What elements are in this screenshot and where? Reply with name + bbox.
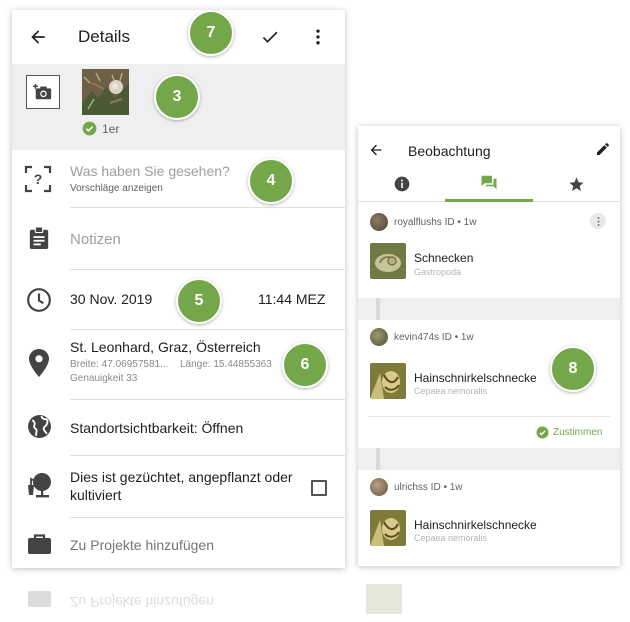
longitude-label: Länge: 15.44855363	[180, 359, 272, 370]
avatar[interactable]	[370, 213, 388, 231]
visibility-label: Standortsichtbarkeit: Öffnen	[70, 420, 244, 436]
suggestions-link[interactable]: Vorschläge anzeigen	[70, 183, 163, 194]
projects-row[interactable]: Zu Projekte hinzufügen	[12, 518, 345, 568]
taxon-field[interactable]: ? Was haben Sie gesehen? Vorschläge anze…	[12, 150, 345, 208]
more-vert-icon[interactable]	[308, 27, 328, 47]
observation-screen: Beobachtung royalflushs ID • 1w Schnecke…	[358, 126, 620, 566]
agree-button[interactable]: Zustimmen	[536, 426, 602, 439]
accuracy-label: Genauigkeit 33	[70, 373, 138, 384]
notes-field[interactable]: Notizen	[12, 208, 345, 270]
photo-count-label: 1er	[102, 122, 120, 136]
tab-favorites[interactable]	[533, 166, 620, 202]
add-photo-button[interactable]	[26, 75, 60, 109]
taxon-latin-name: Cepaea nemoralis	[414, 386, 488, 396]
location-name: St. Leonhard, Graz, Österreich	[70, 339, 261, 355]
tab-bar	[358, 166, 620, 202]
globe-icon	[28, 415, 51, 438]
callout-badge-7: 7	[188, 10, 234, 56]
details-app-bar: Details 7	[12, 10, 345, 64]
callout-badge-3: 3	[154, 74, 200, 120]
avatar[interactable]	[370, 478, 388, 496]
check-icon[interactable]	[260, 27, 280, 47]
observation-title: Beobachtung	[408, 143, 491, 159]
more-options-button[interactable]	[590, 213, 606, 229]
identification-card: kevin474s ID • 1w Hainschnirkelschnecke …	[358, 320, 620, 448]
captive-row[interactable]: Dies ist gezüchtet, angepflanzt oder kul…	[12, 456, 345, 518]
visibility-row[interactable]: Standortsichtbarkeit: Öffnen	[12, 400, 345, 456]
photo-strip: 1er 3	[12, 64, 345, 150]
divider	[368, 416, 610, 417]
more-vert-icon	[597, 216, 599, 226]
taxon-latin-name: Gastropoda	[414, 267, 462, 277]
callout-badge-5: 5	[176, 278, 222, 324]
page-title: Details	[78, 27, 130, 46]
back-arrow-icon[interactable]	[28, 27, 48, 47]
location-pin-icon	[29, 349, 49, 377]
time-value[interactable]: 11:44 MEZ	[258, 291, 325, 307]
reflection-thumb	[366, 584, 402, 614]
briefcase-icon	[28, 534, 51, 554]
callout-badge-4: 4	[248, 158, 294, 204]
observation-photo[interactable]	[82, 69, 129, 115]
taxon-latin-name: Cepaea nemoralis	[414, 533, 488, 543]
identifier-meta: ulrichss ID • 1w	[394, 482, 463, 493]
section-separator	[358, 448, 620, 470]
details-screen: Details 7 1er 3 ? Was haben Sie gesehen?…	[12, 10, 345, 568]
edit-pencil-icon[interactable]	[595, 141, 611, 157]
callout-badge-6: 6	[282, 342, 328, 388]
agree-label: Zustimmen	[553, 427, 603, 438]
mirror-reflection: Zu Projekte hinzufügen	[12, 580, 622, 622]
add-camera-icon	[33, 83, 52, 100]
latitude-label: Breite: 47.06957581...	[70, 359, 169, 370]
captive-checkbox[interactable]	[311, 480, 327, 496]
captive-label: Dies ist gezüchtet, angepflanzt oder kul…	[70, 469, 293, 503]
location-row[interactable]: St. Leonhard, Graz, Österreich Breite: 4…	[12, 330, 345, 400]
reflection-left: Zu Projekte hinzufügen	[12, 580, 345, 622]
identification-card: royalflushs ID • 1w Schnecken Gastropoda	[358, 204, 620, 298]
what-seen-input[interactable]: Was haben Sie gesehen?	[70, 163, 230, 179]
callout-badge-8: 8	[550, 346, 596, 392]
notes-input[interactable]: Notizen	[70, 231, 121, 248]
clipboard-icon	[29, 226, 49, 249]
date-value[interactable]: 30 Nov. 2019	[70, 291, 152, 307]
check-circle-icon	[536, 426, 549, 439]
avatar[interactable]	[370, 328, 388, 346]
date-time-row[interactable]: 30 Nov. 2019 5 11:44 MEZ	[12, 270, 345, 330]
info-icon	[394, 176, 409, 192]
species-scan-icon: ?	[24, 165, 52, 193]
taxon-photo[interactable]	[370, 243, 406, 279]
back-arrow-icon[interactable]	[368, 142, 384, 158]
star-icon	[569, 176, 584, 191]
taxon-photo[interactable]	[370, 510, 406, 546]
svg-text:?: ?	[34, 171, 43, 187]
tab-info[interactable]	[358, 166, 445, 202]
taxon-photo[interactable]	[370, 363, 406, 399]
section-separator	[358, 298, 620, 320]
reflection-text: Zu Projekte hinzufügen	[70, 594, 214, 610]
identifier-meta: royalflushs ID • 1w	[394, 217, 477, 228]
taxon-name[interactable]: Hainschnirkelschnecke	[414, 371, 537, 385]
identification-card: ulrichss ID • 1w Hainschnirkelschnecke C…	[358, 470, 620, 566]
clock-icon	[27, 288, 51, 312]
briefcase-icon	[28, 591, 51, 607]
chat-icon	[481, 175, 497, 190]
taxon-name[interactable]: Hainschnirkelschnecke	[414, 518, 537, 532]
identifier-meta: kevin474s ID • 1w	[394, 332, 474, 343]
add-to-projects-label: Zu Projekte hinzufügen	[70, 537, 214, 553]
potted-plant-icon	[28, 473, 51, 498]
taxon-name[interactable]: Schnecken	[414, 251, 473, 265]
check-circle-icon	[82, 121, 97, 136]
tab-activity[interactable]	[445, 166, 533, 202]
